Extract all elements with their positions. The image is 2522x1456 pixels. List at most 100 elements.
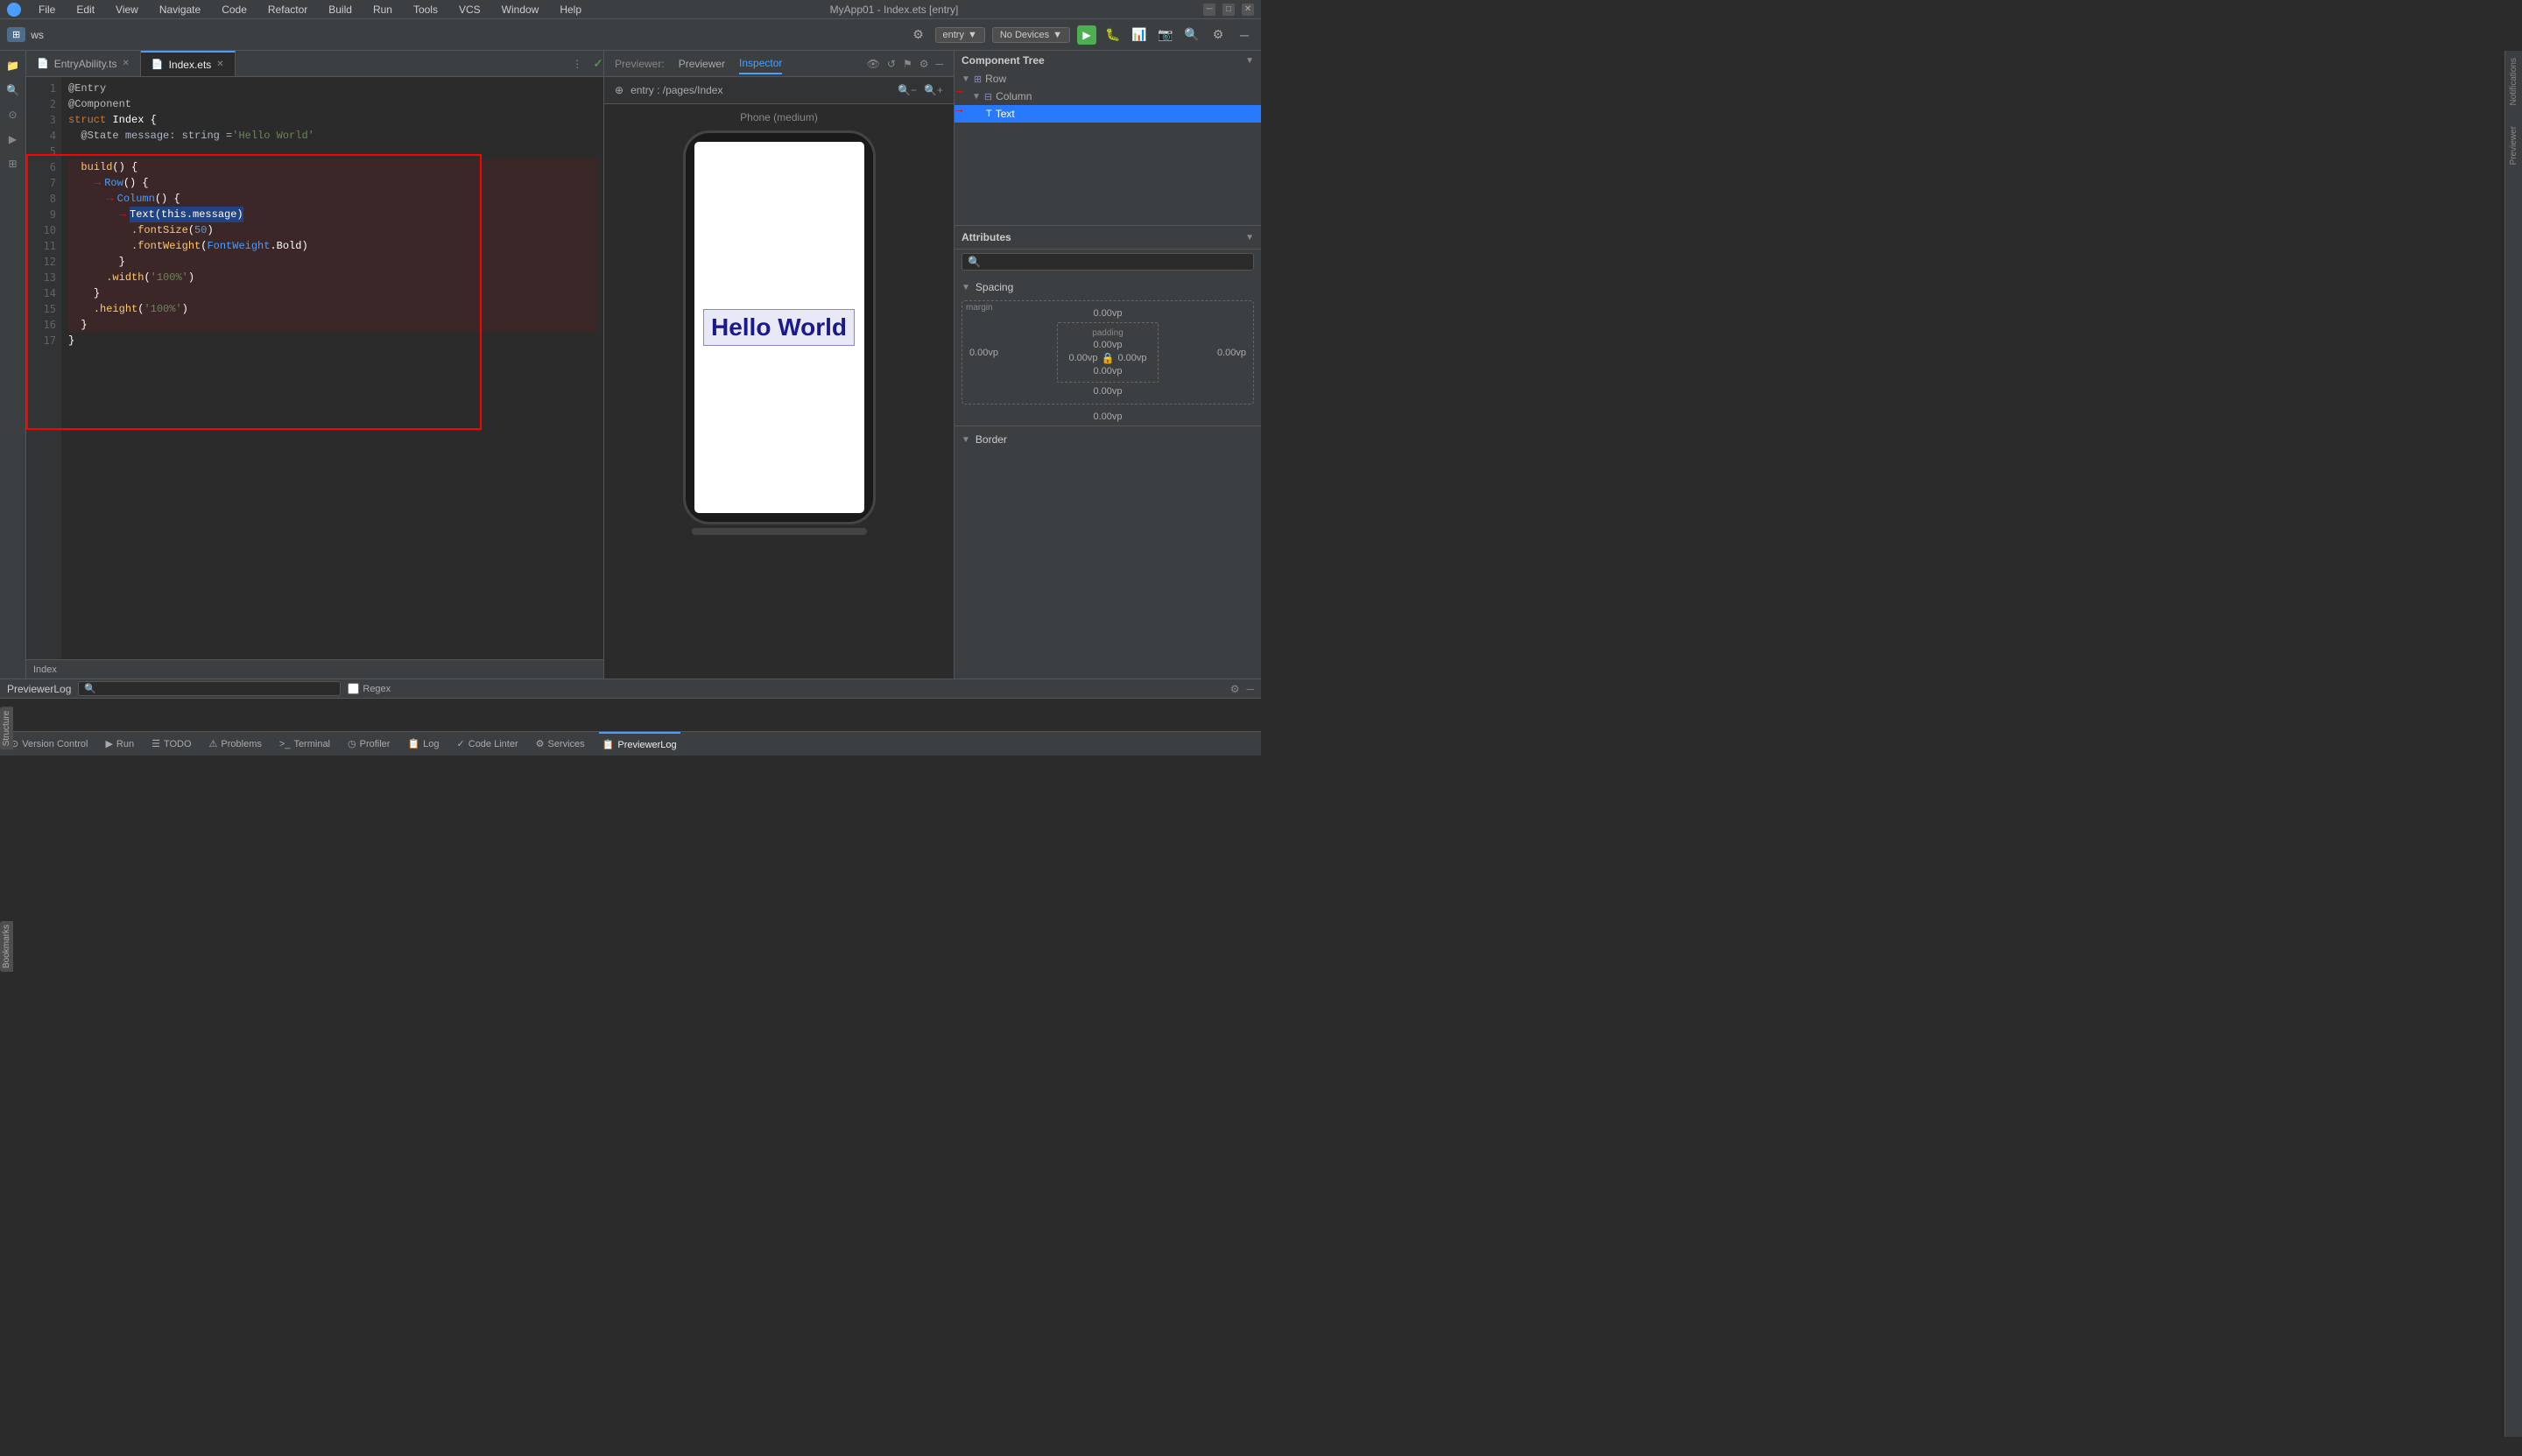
menu-window[interactable]: Window xyxy=(498,4,543,16)
bottom-tab-version-control[interactable]: ⊙ Version Control xyxy=(7,732,91,756)
regex-label: Regex xyxy=(363,684,391,694)
run-tab-label: Run xyxy=(116,739,134,749)
menu-run[interactable]: Run xyxy=(370,4,396,16)
previewer-tab-inspector[interactable]: Inspector xyxy=(739,53,782,74)
tab-index-label: Index.ets xyxy=(169,59,212,71)
bottom-tab-code-linter[interactable]: ✓ Code Linter xyxy=(454,732,522,756)
log-minus-icon[interactable]: ─ xyxy=(1246,683,1254,695)
bottom-tab-terminal[interactable]: >_ Terminal xyxy=(276,732,334,756)
flag-icon[interactable]: ⚑ xyxy=(903,58,912,70)
previewer-scrollbar[interactable] xyxy=(692,528,867,535)
log-search-input[interactable] xyxy=(100,684,335,694)
search-toolbar-icon[interactable]: 🔍 xyxy=(1182,25,1201,45)
sidebar-run-debug-icon[interactable]: ▶ xyxy=(2,128,25,151)
right-sidebar-previewer[interactable]: Previewer xyxy=(2509,126,2518,165)
attributes-search[interactable]: 🔍 xyxy=(962,253,1254,271)
profile-icon[interactable]: 📊 xyxy=(1130,25,1149,45)
code-line-8: →Column() { xyxy=(68,191,596,207)
path-crosshair-icon[interactable]: ⊕ xyxy=(615,84,623,96)
log-search[interactable]: 🔍 xyxy=(78,681,341,696)
menu-tools[interactable]: Tools xyxy=(410,4,441,16)
attributes-title: Attributes xyxy=(962,231,1011,243)
zoom-out-icon[interactable]: 🔍− xyxy=(898,84,917,96)
right-sidebar-notifications[interactable]: Notifications xyxy=(2509,58,2518,105)
code-content[interactable]: @Entry @Component struct Index { @State … xyxy=(61,77,603,659)
devices-dropdown[interactable]: No Devices ▼ xyxy=(992,27,1070,43)
minimize-button[interactable]: ─ xyxy=(1203,4,1215,16)
spacing-title: Spacing xyxy=(976,281,1013,293)
bottom-tab-previewer-log[interactable]: 📋 PreviewerLog xyxy=(599,732,680,756)
menu-file[interactable]: File xyxy=(35,4,59,16)
debug-icon[interactable]: 🐛 xyxy=(1103,25,1123,45)
padding-middle-row: 0.00vp 🔒 0.00vp xyxy=(1068,352,1146,364)
menu-navigate[interactable]: Navigate xyxy=(156,4,204,16)
settings-icon[interactable]: ⚙ xyxy=(909,25,928,45)
structure-tab[interactable]: Structure xyxy=(0,707,13,749)
menu-view[interactable]: View xyxy=(112,4,142,16)
attributes-search-input[interactable] xyxy=(984,257,1248,267)
tree-text-icon: T xyxy=(986,109,992,119)
bookmarks-tab[interactable]: Bookmarks xyxy=(0,921,13,972)
editor-options-icon[interactable]: ⋮ xyxy=(572,58,589,70)
maximize-button[interactable]: □ xyxy=(1222,4,1235,16)
attributes-collapse-icon[interactable]: ▼ xyxy=(1245,233,1254,243)
run-button[interactable]: ▶ xyxy=(1077,25,1096,45)
toolbar-minus-icon[interactable]: ─ xyxy=(1235,25,1254,45)
tab-entryability[interactable]: 📄 EntryAbility.ts ✕ xyxy=(26,51,141,76)
spacing-header[interactable]: ▼ Spacing xyxy=(962,278,1254,297)
menu-code[interactable]: Code xyxy=(218,4,250,16)
bottom-tab-services[interactable]: ⚙ Services xyxy=(532,732,588,756)
component-tree-title: Component Tree xyxy=(962,54,1045,67)
problems-label: Problems xyxy=(221,739,261,749)
border-header[interactable]: ▼ Border xyxy=(962,430,1254,449)
toolbar-settings-icon[interactable]: ⚙ xyxy=(1208,25,1228,45)
camera-icon[interactable]: 📷 xyxy=(1156,25,1175,45)
tree-item-column[interactable]: ▼ ⊟ Column xyxy=(955,88,1261,105)
entry-dropdown[interactable]: entry ▼ xyxy=(935,27,985,43)
menu-help[interactable]: Help xyxy=(556,4,585,16)
code-editor[interactable]: 1 2 3 4 5 6 7 8 9 10 11 12 13 14 15 16 1… xyxy=(26,77,603,659)
menu-build[interactable]: Build xyxy=(325,4,356,16)
path-label: entry : /pages/Index xyxy=(630,84,722,96)
code-line-1: @Entry xyxy=(68,81,596,96)
previewer-actions: 👁 ↺ ⚑ ⚙ ─ xyxy=(867,58,943,70)
regex-checkbox[interactable] xyxy=(348,683,359,694)
padding-box: padding 0.00vp 0.00vp 🔒 0.00vp 0.00vp xyxy=(1057,322,1158,383)
previewer-settings-icon[interactable]: ⚙ xyxy=(919,58,929,70)
tree-column-label: Column xyxy=(996,90,1032,102)
bottom-tab-profiler[interactable]: ◷ Profiler xyxy=(344,732,393,756)
component-tree-collapse-icon[interactable]: ▼ xyxy=(1245,56,1254,66)
bottom-tab-problems[interactable]: ⚠ Problems xyxy=(206,732,265,756)
bottom-tab-run[interactable]: ▶ Run xyxy=(102,732,137,756)
tree-item-row[interactable]: ▼ ⊞ Row xyxy=(955,70,1261,88)
zoom-in-icon[interactable]: 🔍+ xyxy=(924,84,943,96)
tree-item-text[interactable]: T Text xyxy=(955,105,1261,123)
menu-edit[interactable]: Edit xyxy=(73,4,98,16)
log-settings-icon[interactable]: ⚙ xyxy=(1230,683,1240,695)
previewer-minus-icon[interactable]: ─ xyxy=(935,58,943,70)
menu-vcs[interactable]: VCS xyxy=(455,4,484,16)
sidebar-extensions-icon[interactable]: ⊞ xyxy=(2,152,25,175)
tab-entryability-close[interactable]: ✕ xyxy=(123,59,130,68)
close-button[interactable]: ✕ xyxy=(1242,4,1254,16)
sidebar-project-icon[interactable]: 📁 xyxy=(2,54,25,77)
sidebar-git-icon[interactable]: ⊙ xyxy=(2,103,25,126)
tab-index-close[interactable]: ✕ xyxy=(216,60,223,69)
lock-icon[interactable]: 🔒 xyxy=(1102,352,1115,364)
todo-label: TODO xyxy=(164,739,192,749)
hello-world-text: Hello World xyxy=(703,309,855,346)
log-regex[interactable]: Regex xyxy=(348,683,391,694)
bottom-tab-log[interactable]: 📋 Log xyxy=(404,732,442,756)
tree-column-icon: ⊟ xyxy=(984,91,992,102)
menu-refactor[interactable]: Refactor xyxy=(264,4,311,16)
previewer-tab-previewer[interactable]: Previewer xyxy=(679,54,725,74)
eye-icon[interactable]: 👁 xyxy=(867,58,880,70)
border-section: ▼ Border xyxy=(955,426,1261,453)
path-icons: 🔍− 🔍+ xyxy=(898,84,943,96)
tree-row-expand-icon: ▼ xyxy=(962,74,970,84)
refresh-icon[interactable]: ↺ xyxy=(887,58,896,70)
log-title: PreviewerLog xyxy=(7,683,71,695)
tab-index[interactable]: 📄 Index.ets ✕ xyxy=(141,51,236,76)
bottom-tab-todo[interactable]: ☰ TODO xyxy=(148,732,194,756)
sidebar-search-icon[interactable]: 🔍 xyxy=(2,79,25,102)
